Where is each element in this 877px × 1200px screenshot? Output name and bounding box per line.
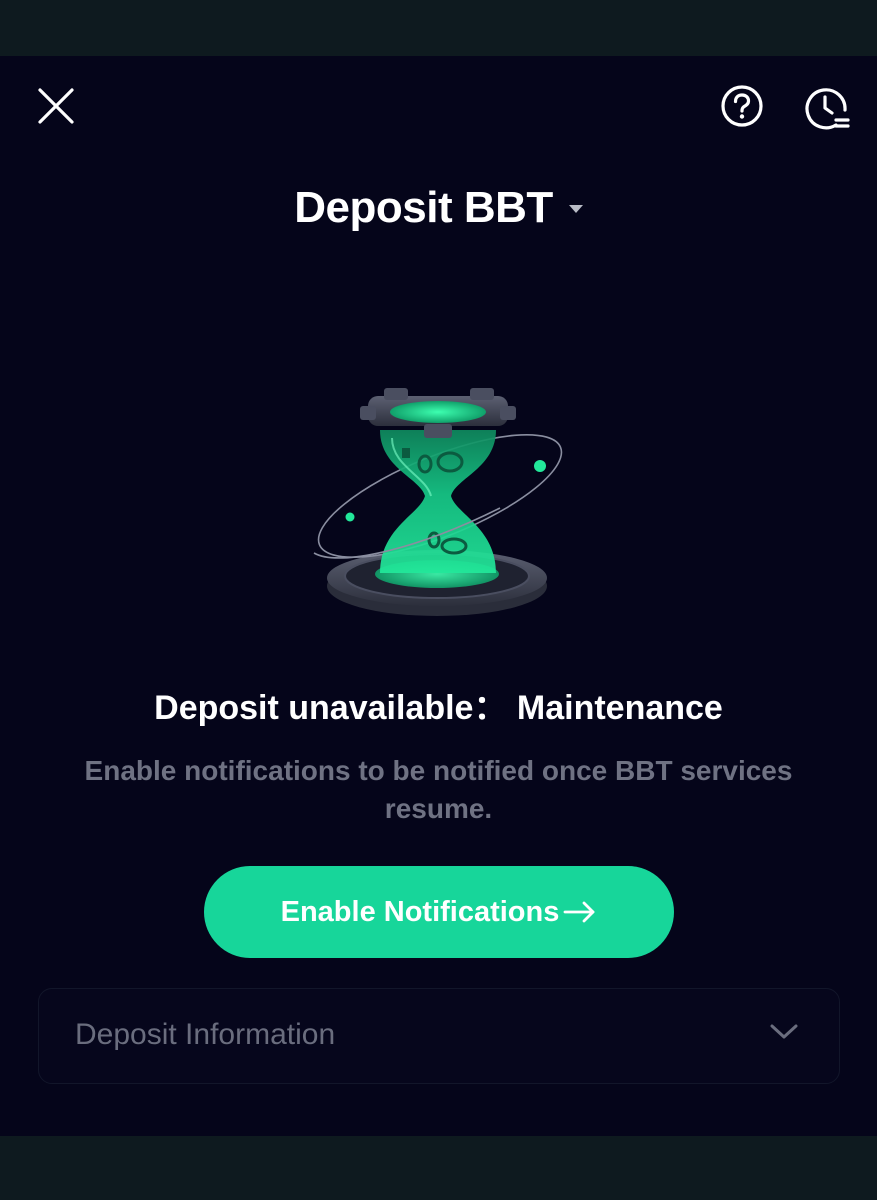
chevron-down-icon bbox=[770, 1024, 798, 1039]
help-button[interactable] bbox=[718, 82, 766, 130]
arrow-right-icon bbox=[563, 901, 595, 923]
deposit-information-label: Deposit Information bbox=[75, 1018, 336, 1051]
close-button[interactable] bbox=[32, 82, 80, 130]
caret-down-icon bbox=[568, 205, 583, 213]
deposit-information-accordion[interactable]: Deposit Information bbox=[38, 988, 840, 1084]
status-description: Enable notifications to be notified once… bbox=[84, 755, 793, 824]
page-title: Deposit BBT bbox=[294, 183, 553, 232]
status-title: Deposit unavailable： Maintenance bbox=[154, 689, 723, 727]
coin-selector[interactable]: Deposit BBT bbox=[294, 183, 583, 233]
enable-notifications-label: Enable Notifications bbox=[280, 895, 560, 928]
enable-notifications-button[interactable]: Enable Notifications bbox=[204, 866, 674, 958]
close-icon bbox=[38, 88, 74, 124]
help-circle-icon bbox=[721, 85, 763, 127]
history-button[interactable] bbox=[801, 82, 853, 134]
history-clock-icon bbox=[805, 88, 850, 130]
status-bar-area bbox=[0, 0, 877, 56]
navigation-bar-area bbox=[0, 1136, 877, 1200]
hourglass-maintenance-illustration bbox=[313, 388, 563, 616]
title-row: Deposit BBT bbox=[0, 178, 877, 238]
